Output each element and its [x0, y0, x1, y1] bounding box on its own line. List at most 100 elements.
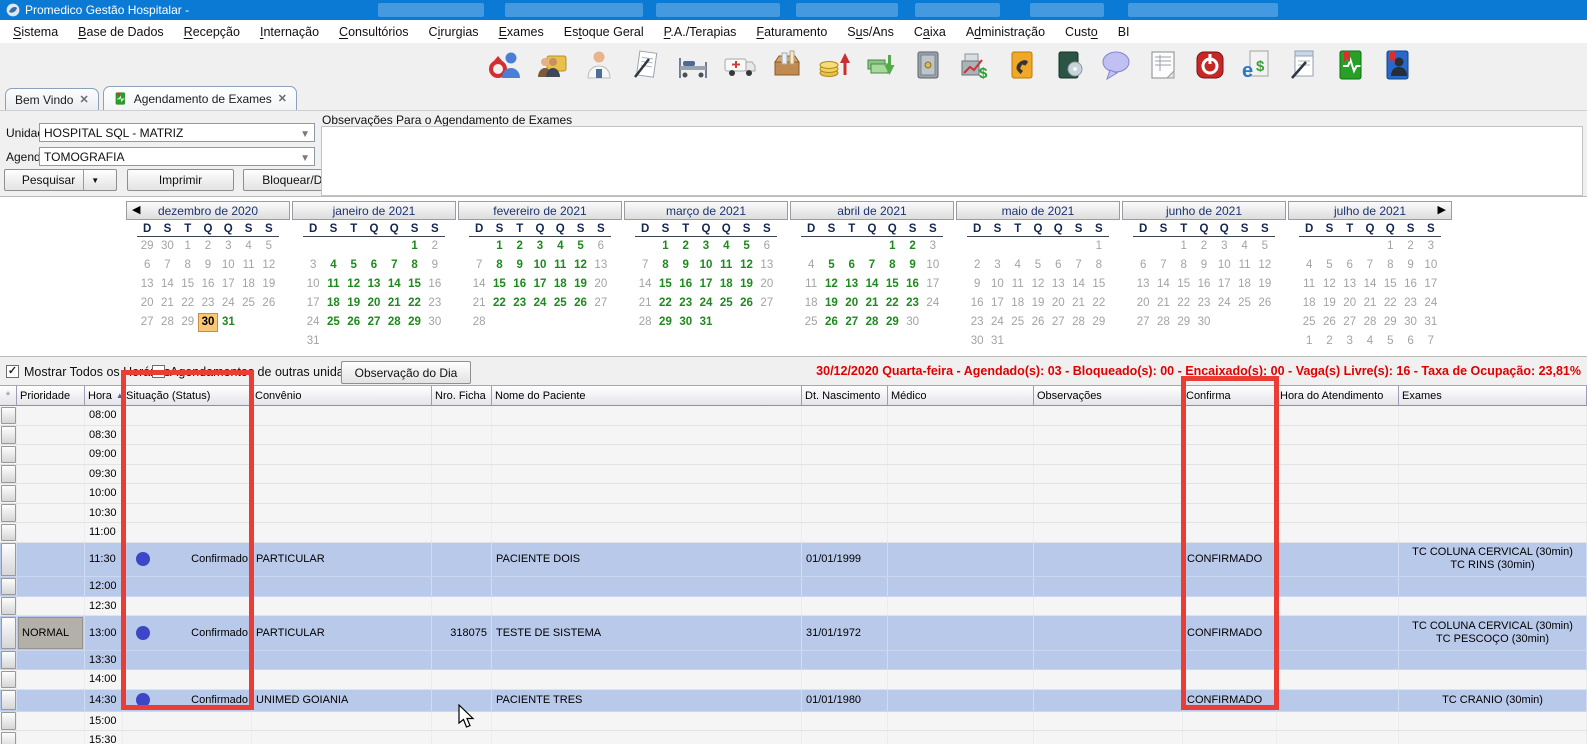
cell-convenio[interactable]	[252, 484, 432, 503]
cell-nascimento[interactable]	[802, 445, 888, 464]
day-cell[interactable]: 26	[821, 313, 841, 332]
day-cell[interactable]: 1	[882, 237, 902, 256]
contacts-book-icon[interactable]	[1380, 47, 1416, 83]
cell-hora[interactable]: 08:30	[85, 426, 123, 445]
cell-situacao[interactable]: Confirmado	[123, 543, 252, 577]
cell-convenio[interactable]	[252, 651, 432, 670]
cell-nascimento[interactable]	[802, 426, 888, 445]
row-selector-button[interactable]	[1, 690, 16, 710]
cell-observacoes[interactable]	[1034, 597, 1183, 616]
day-cell[interactable]: 15	[1380, 275, 1400, 294]
cell-confirma[interactable]	[1183, 465, 1277, 484]
pesquisar-button[interactable]: Pesquisar ▼	[4, 169, 117, 191]
day-cell[interactable]: 24	[303, 313, 323, 332]
day-cell[interactable]: 26	[259, 294, 279, 313]
day-cell[interactable]: 3	[1421, 237, 1441, 256]
day-cell[interactable]: 22	[1174, 294, 1194, 313]
cell-hora[interactable]: 14:30	[85, 690, 123, 711]
day-cell[interactable]: 5	[1380, 332, 1400, 351]
month-header[interactable]: março de 2021	[624, 201, 788, 220]
day-cell[interactable]: 2	[510, 237, 530, 256]
column-header-convenio[interactable]: Convênio	[252, 386, 432, 406]
day-cell[interactable]: 12	[259, 256, 279, 275]
menu-item-caixa[interactable]: Caixa	[904, 25, 956, 39]
day-cell[interactable]: 24	[1421, 294, 1441, 313]
day-cell[interactable]: 1	[404, 237, 424, 256]
cell-medico[interactable]	[888, 577, 1034, 596]
day-cell[interactable]: 4	[1360, 332, 1380, 351]
cell-confirma[interactable]	[1183, 577, 1277, 596]
day-cell[interactable]: 18	[1299, 294, 1319, 313]
cell-situacao[interactable]: Confirmado	[123, 616, 252, 650]
day-cell[interactable]: 9	[198, 256, 218, 275]
cell-confirma[interactable]	[1183, 484, 1277, 503]
day-cell[interactable]: 5	[344, 256, 364, 275]
column-header-confirma[interactable]: Confirma	[1183, 386, 1277, 406]
day-cell[interactable]: 7	[157, 256, 177, 275]
day-cell[interactable]: 25	[323, 313, 343, 332]
day-cell[interactable]: 17	[923, 275, 943, 294]
day-cell[interactable]: 6	[1048, 256, 1068, 275]
cell-situacao[interactable]	[123, 504, 252, 523]
day-cell[interactable]: 5	[821, 256, 841, 275]
day-cell[interactable]: 15	[404, 275, 424, 294]
day-cell[interactable]: 6	[364, 256, 384, 275]
schedule-row-13:30[interactable]: 13:30	[0, 651, 1587, 671]
cell-nome[interactable]	[492, 445, 802, 464]
cell-convenio[interactable]	[252, 445, 432, 464]
day-cell[interactable]: 9	[1194, 256, 1214, 275]
cell-hora[interactable]: 13:30	[85, 651, 123, 670]
day-cell[interactable]: 18	[716, 275, 736, 294]
day-cell[interactable]: 29	[404, 313, 424, 332]
cell-confirma[interactable]	[1183, 406, 1277, 425]
day-cell[interactable]: 18	[1008, 294, 1028, 313]
day-cell[interactable]: 29	[1174, 313, 1194, 332]
day-cell[interactable]: 4	[550, 237, 570, 256]
day-cell[interactable]: 14	[157, 275, 177, 294]
cell-situacao[interactable]	[123, 465, 252, 484]
day-cell[interactable]: 1	[1089, 237, 1109, 256]
cell-ficha[interactable]: 318075	[432, 616, 492, 650]
day-cell[interactable]: 4	[1234, 237, 1254, 256]
day-cell[interactable]: 26	[344, 313, 364, 332]
cell-confirma[interactable]	[1183, 731, 1277, 744]
day-cell[interactable]: 5	[1319, 256, 1339, 275]
cell-hora_atendimento[interactable]	[1277, 543, 1399, 577]
row-selector-button[interactable]	[1, 485, 16, 503]
day-cell[interactable]: 23	[1194, 294, 1214, 313]
contract-icon[interactable]	[1286, 47, 1322, 83]
day-cell[interactable]: 5	[736, 237, 756, 256]
day-cell[interactable]: 24	[530, 294, 550, 313]
cell-exames[interactable]	[1399, 577, 1587, 596]
menu-item-cirurgias[interactable]: Cirurgias	[419, 25, 489, 39]
cell-ficha[interactable]	[432, 426, 492, 445]
day-cell[interactable]: 28	[635, 313, 655, 332]
cell-exames[interactable]	[1399, 670, 1587, 689]
cell-sel[interactable]	[0, 504, 17, 523]
cell-nome[interactable]	[492, 523, 802, 542]
day-cell[interactable]: 4	[801, 256, 821, 275]
day-cell[interactable]: 12	[1319, 275, 1339, 294]
cell-hora_atendimento[interactable]	[1277, 670, 1399, 689]
day-cell[interactable]: 20	[364, 294, 384, 313]
day-cell[interactable]: 27	[591, 294, 611, 313]
cell-nome[interactable]	[492, 504, 802, 523]
cell-convenio[interactable]	[252, 523, 432, 542]
day-cell[interactable]: 13	[757, 256, 777, 275]
day-cell[interactable]: 22	[1380, 294, 1400, 313]
day-cell[interactable]: 6	[842, 256, 862, 275]
day-cell[interactable]: 15	[882, 275, 902, 294]
cell-convenio[interactable]	[252, 577, 432, 596]
row-selector-button[interactable]	[1, 597, 16, 615]
cell-observacoes[interactable]	[1034, 426, 1183, 445]
cell-hora_atendimento[interactable]	[1277, 616, 1399, 650]
day-cell[interactable]: 14	[469, 275, 489, 294]
cell-nome[interactable]: PACIENTE TRES	[492, 690, 802, 711]
day-cell[interactable]: 10	[1214, 256, 1234, 275]
day-cell[interactable]: 29	[882, 313, 902, 332]
day-cell[interactable]: 19	[1028, 294, 1048, 313]
day-cell[interactable]: 28	[1360, 313, 1380, 332]
menu-item-administra-o[interactable]: Administração	[956, 25, 1055, 39]
day-cell[interactable]: 25	[238, 294, 258, 313]
column-header-observacoes[interactable]: Observações	[1034, 386, 1183, 406]
